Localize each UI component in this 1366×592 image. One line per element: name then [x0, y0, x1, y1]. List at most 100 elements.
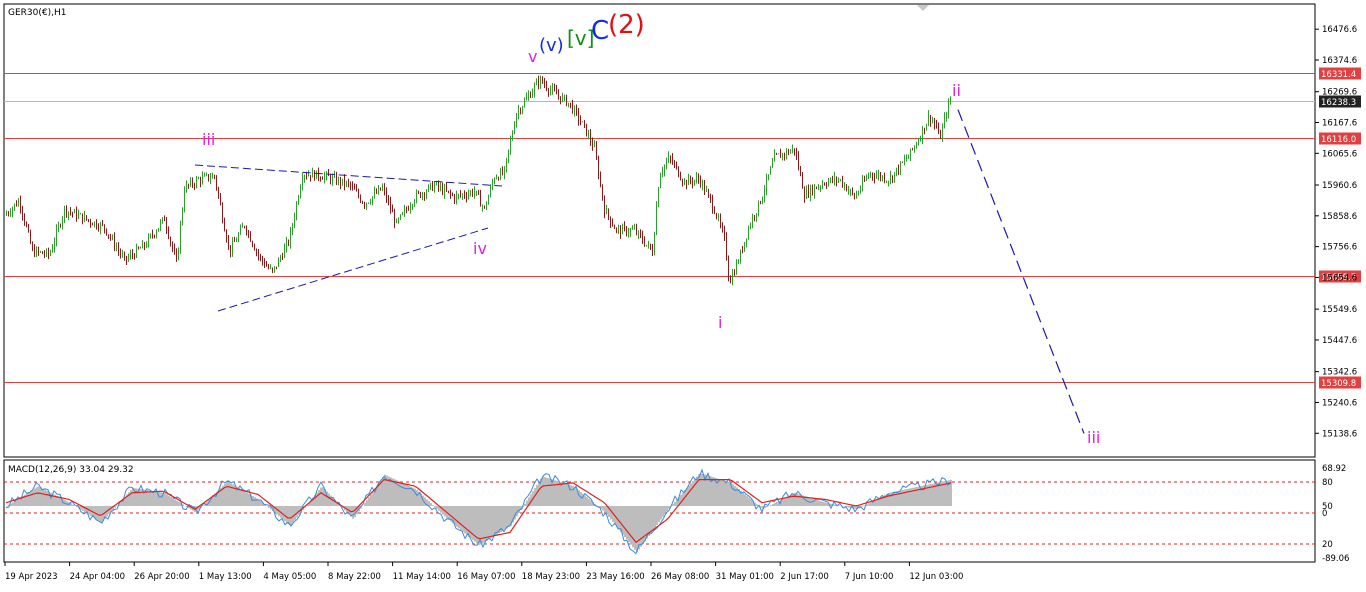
macd-histogram-bar — [226, 482, 228, 506]
macd-histogram-bar — [818, 501, 820, 507]
macd-histogram-bar — [430, 503, 432, 506]
macd-histogram-bar — [292, 506, 294, 523]
macd-histogram-bar — [58, 497, 60, 506]
macd-histogram-bar — [898, 491, 900, 506]
macd-histogram-bar — [630, 506, 632, 545]
y-tick-label: 15756.6 — [1322, 243, 1357, 253]
macd-histogram-bar — [784, 498, 786, 506]
macd-histogram-bar — [626, 506, 628, 540]
wave-label: (2) — [608, 10, 645, 40]
macd-histogram-bar — [496, 506, 498, 535]
macd-histogram-bar — [36, 487, 38, 506]
wave-label: ii — [952, 81, 961, 100]
macd-histogram-bar — [268, 506, 270, 508]
macd-histogram-bar — [46, 491, 48, 506]
macd-histogram-bar — [178, 502, 180, 506]
macd-histogram-bar — [160, 492, 162, 506]
x-tick-label: 18 May 23:00 — [522, 572, 580, 582]
macd-histogram-bar — [494, 506, 496, 536]
macd-histogram-bar — [538, 482, 540, 506]
x-tick-label: 23 May 16:00 — [586, 572, 644, 582]
wave-label: iii — [1087, 428, 1100, 447]
macd-histogram-bar — [44, 490, 46, 506]
macd-histogram-bar — [744, 494, 746, 506]
macd-histogram-bar — [400, 482, 402, 506]
macd-histogram-bar — [708, 476, 710, 506]
macd-histogram-bar — [700, 473, 702, 506]
x-tick-label: 8 May 22:00 — [328, 572, 381, 582]
macd-histogram-bar — [166, 494, 168, 506]
macd-histogram-bar — [402, 483, 404, 506]
macd-histogram-bar — [566, 484, 568, 506]
macd-histogram-bar — [868, 503, 870, 506]
macd-histogram-bar — [404, 484, 406, 506]
macd-histogram-bar — [662, 506, 664, 517]
macd-histogram-bar — [372, 492, 374, 506]
macd-histogram-bar — [558, 481, 560, 506]
macd-histogram-bar — [652, 506, 654, 530]
macd-histogram-bar — [674, 502, 676, 506]
macd-histogram-bar — [256, 498, 258, 506]
macd-histogram-bar — [648, 506, 650, 536]
macd-histogram-bar — [584, 495, 586, 506]
macd-histogram-bar — [712, 477, 714, 506]
macd-histogram-bar — [690, 483, 692, 506]
level-tag-label: 16331.4 — [1321, 70, 1356, 80]
level-tag-label: 16116.0 — [1321, 135, 1356, 145]
macd-histogram-bar — [18, 498, 20, 506]
macd-histogram-bar — [702, 474, 704, 506]
macd-histogram-bar — [352, 506, 354, 519]
wave-label: i — [718, 313, 722, 332]
macd-y-tick-label: 20 — [1322, 540, 1333, 550]
macd-histogram-bar — [718, 479, 720, 506]
macd-histogram-bar — [98, 506, 100, 521]
y-tick-label: 15240.6 — [1322, 398, 1357, 408]
symbol-label: GER30(€),H1 — [8, 8, 66, 18]
macd-histogram-bar — [586, 497, 588, 506]
macd-histogram-bar — [328, 494, 330, 506]
macd-histogram-bar — [168, 496, 170, 506]
macd-histogram-bar — [294, 506, 296, 520]
macd-histogram-bar — [286, 506, 288, 523]
macd-histogram-bar — [116, 505, 118, 506]
macd-histogram-bar — [506, 506, 508, 528]
macd-histogram-bar — [624, 506, 626, 537]
macd-histogram-bar — [602, 506, 604, 511]
macd-histogram-bar — [724, 481, 726, 506]
macd-histogram-bar — [870, 502, 872, 506]
macd-histogram-bar — [654, 506, 656, 528]
macd-y-tick-label: 0 — [1322, 509, 1327, 519]
macd-histogram-bar — [770, 505, 772, 506]
macd-histogram-bar — [750, 499, 752, 506]
macd-histogram-bar — [434, 506, 436, 507]
macd-histogram-bar — [240, 489, 242, 506]
level-tag-label: 15309.8 — [1321, 379, 1356, 389]
macd-histogram-bar — [366, 500, 368, 506]
macd-histogram-bar — [320, 487, 322, 506]
macd-histogram-bar — [254, 497, 256, 506]
macd-histogram-bar — [244, 491, 246, 506]
macd-histogram-bar — [792, 494, 794, 506]
macd-histogram-bar — [132, 488, 134, 506]
current-price-label: 16238.3 — [1321, 98, 1356, 108]
x-tick-label: 7 Jun 10:00 — [845, 572, 894, 582]
macd-histogram-bar — [826, 503, 828, 506]
macd-histogram-bar — [410, 487, 412, 506]
macd-histogram-bar — [900, 490, 902, 506]
macd-histogram-bar — [634, 506, 636, 550]
macd-histogram-bar — [176, 501, 178, 506]
macd-histogram-bar — [460, 506, 462, 530]
macd-histogram-bar — [76, 506, 78, 507]
macd-histogram-bar — [562, 483, 564, 506]
y-tick-label: 15549.6 — [1322, 305, 1357, 315]
macd-histogram-bar — [580, 492, 582, 506]
macd-histogram-bar — [622, 506, 624, 535]
macd-histogram-bar — [824, 502, 826, 506]
x-tick-label: 31 May 01:00 — [716, 572, 774, 582]
macd-histogram-bar — [526, 501, 528, 506]
macd-histogram-bar — [318, 490, 320, 506]
macd-histogram-bar — [464, 506, 466, 533]
macd-histogram-bar — [656, 506, 658, 525]
macd-histogram-bar — [228, 482, 230, 506]
macd-histogram-bar — [554, 480, 556, 506]
